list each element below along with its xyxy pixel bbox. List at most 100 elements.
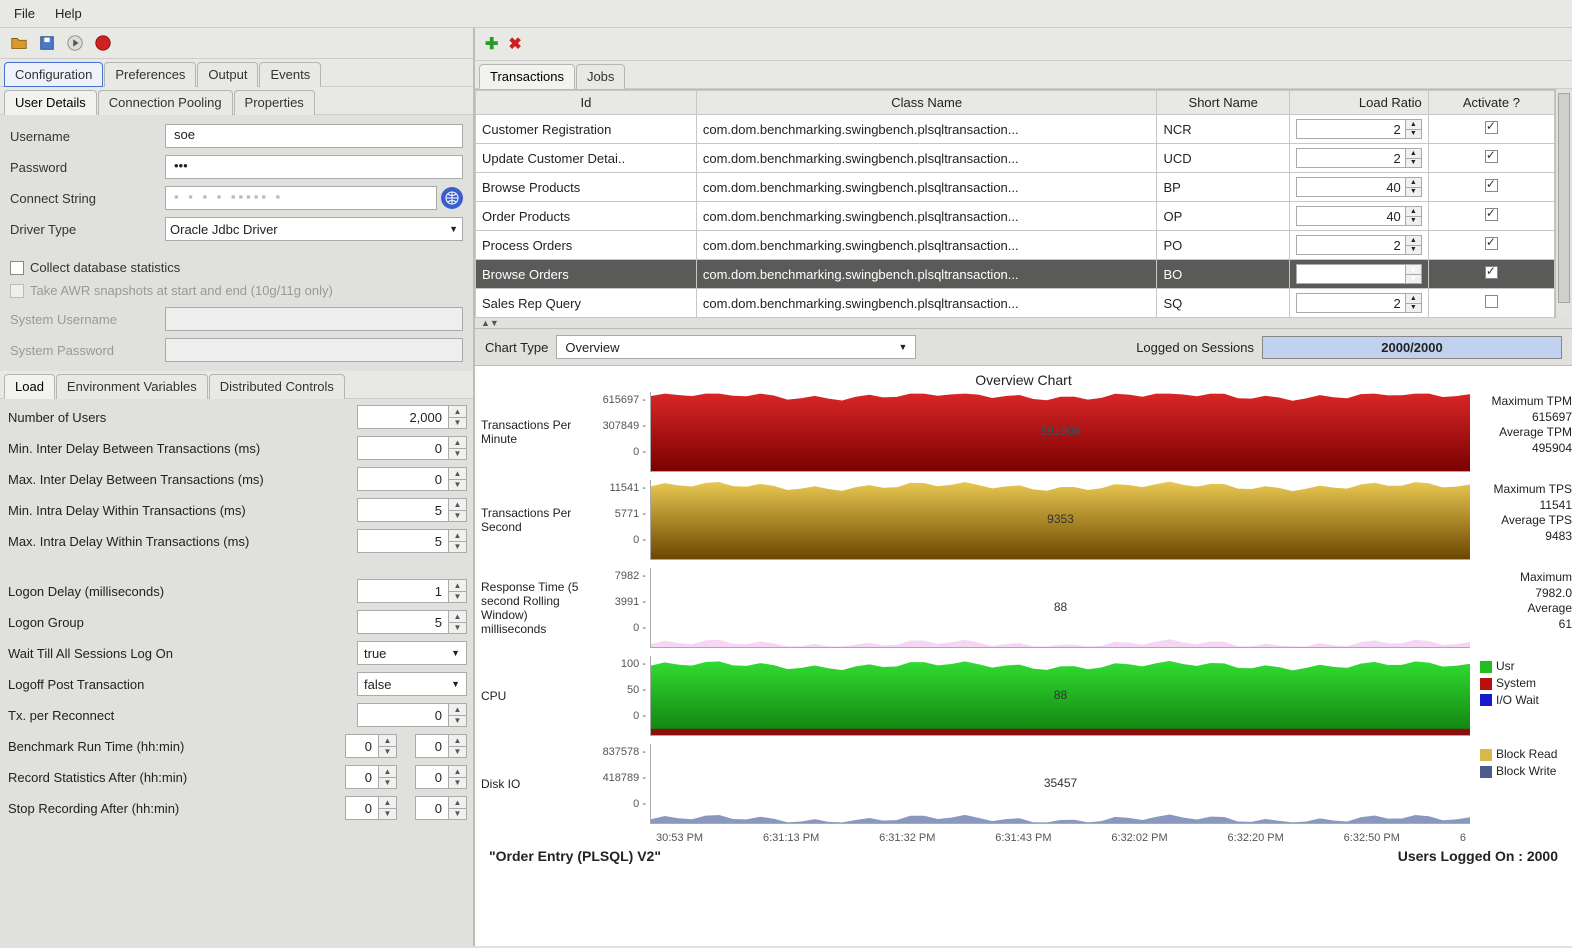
min-inter-spinner[interactable]: 0▲▼ [357, 436, 467, 460]
logon-delay-spinner[interactable]: 1▲▼ [357, 579, 467, 603]
globe-icon[interactable] [441, 187, 463, 209]
logon-group-label: Logon Group [8, 615, 357, 630]
wait-sessions-select[interactable]: true▼ [357, 641, 467, 665]
chart-y-axis: 100 -50 -0 - [595, 656, 650, 736]
stop-icon[interactable] [94, 34, 112, 52]
tab-preferences[interactable]: Preferences [104, 62, 196, 87]
chart-label: Transactions Per Minute [475, 392, 595, 472]
min-intra-spinner[interactable]: 5▲▼ [357, 498, 467, 522]
right-toolbar: ✚ ✖ [475, 28, 1572, 61]
stop-after-h[interactable]: 0▲▼ [345, 796, 397, 820]
record-after-h[interactable]: 0▲▼ [345, 765, 397, 789]
th-short[interactable]: Short Name [1157, 91, 1290, 115]
max-intra-label: Max. Intra Delay Within Transactions (ms… [8, 534, 357, 549]
tab-configuration[interactable]: Configuration [4, 62, 103, 87]
tab-connection-pooling[interactable]: Connection Pooling [98, 90, 233, 115]
user-details-form: Username soe Password ••• Connect String… [0, 115, 473, 371]
menu-file[interactable]: File [14, 6, 35, 21]
driver-type-label: Driver Type [10, 222, 165, 237]
bench-time-h[interactable]: 0▲▼ [345, 734, 397, 758]
stop-after-m[interactable]: 0▲▼ [415, 796, 467, 820]
tx-reconnect-spinner[interactable]: 0▲▼ [357, 703, 467, 727]
chart-row: Transactions Per Minute615697 -307849 -0… [475, 392, 1572, 472]
right-tabs: Transactions Jobs [475, 61, 1572, 89]
chart-row: Disk IO837578 -418789 -0 - 35457Block Re… [475, 744, 1572, 824]
table-row[interactable]: Browse Orders com.dom.benchmarking.swing… [476, 260, 1555, 289]
left-toolbar [0, 28, 473, 59]
chart-stats: Maximum TPS11541Average TPS9483 [1474, 480, 1572, 560]
chart-row: CPU100 -50 -0 - 88UsrSystemI/O Wait [475, 656, 1572, 736]
chart-stats: Maximum TPM615697Average TPM495904 [1474, 392, 1572, 472]
th-activate[interactable]: Activate ? [1428, 91, 1554, 115]
sys-username-input [165, 307, 463, 331]
chart-label: Transactions Per Second [475, 480, 595, 560]
tab-output[interactable]: Output [197, 62, 258, 87]
chart-plot: 88 [650, 568, 1470, 648]
username-label: Username [10, 129, 165, 144]
num-users-spinner[interactable]: 2,000▲▼ [357, 405, 467, 429]
table-scrollbar[interactable] [1555, 89, 1572, 318]
left-tabs-3: Load Environment Variables Distributed C… [0, 371, 473, 399]
chart-control-bar: Chart Type Overview▼ Logged on Sessions … [475, 328, 1572, 366]
tab-distributed[interactable]: Distributed Controls [209, 374, 345, 399]
chart-stats: Block ReadBlock Write [1474, 744, 1572, 824]
max-inter-spinner[interactable]: 0▲▼ [357, 467, 467, 491]
sys-password-label: System Password [10, 343, 165, 358]
record-after-m[interactable]: 0▲▼ [415, 765, 467, 789]
wait-sessions-label: Wait Till All Sessions Log On [8, 646, 357, 661]
save-icon[interactable] [38, 34, 56, 52]
tab-jobs[interactable]: Jobs [576, 64, 625, 89]
tab-load[interactable]: Load [4, 374, 55, 399]
chart-stats: Maximum7982.0Average61 [1474, 568, 1572, 648]
num-users-label: Number of Users [8, 410, 357, 425]
tab-transactions[interactable]: Transactions [479, 64, 575, 89]
table-row[interactable]: Order Products com.dom.benchmarking.swin… [476, 202, 1555, 231]
tab-env-vars[interactable]: Environment Variables [56, 374, 208, 399]
chart-plot: 35457 [650, 744, 1470, 824]
play-icon[interactable] [66, 34, 84, 52]
password-input[interactable]: ••• [165, 155, 463, 179]
add-icon[interactable]: ✚ [485, 34, 498, 54]
chart-stats: UsrSystemI/O Wait [1474, 656, 1572, 736]
table-row[interactable]: Process Orders com.dom.benchmarking.swin… [476, 231, 1555, 260]
chart-y-axis: 837578 -418789 -0 - [595, 744, 650, 824]
table-row[interactable]: Sales Rep Query com.dom.benchmarking.swi… [476, 289, 1555, 318]
left-tabs-2: User Details Connection Pooling Properti… [0, 87, 473, 115]
table-row[interactable]: Browse Products com.dom.benchmarking.swi… [476, 173, 1555, 202]
collect-stats-checkbox[interactable]: Collect database statistics [10, 256, 463, 279]
left-tabs-1: Configuration Preferences Output Events [0, 59, 473, 87]
logoff-post-select[interactable]: false▼ [357, 672, 467, 696]
footer-right: Users Logged On : 2000 [1398, 848, 1558, 864]
left-panel: Configuration Preferences Output Events … [0, 28, 475, 946]
logon-delay-label: Logon Delay (milliseconds) [8, 584, 357, 599]
table-row[interactable]: Update Customer Detai.. com.dom.benchmar… [476, 144, 1555, 173]
tab-properties[interactable]: Properties [234, 90, 315, 115]
chart-label: CPU [475, 656, 595, 736]
chart-type-label: Chart Type [485, 340, 548, 355]
right-panel: ✚ ✖ Transactions Jobs Id Class Name Shor… [475, 28, 1572, 946]
min-inter-label: Min. Inter Delay Between Transactions (m… [8, 441, 357, 456]
chart-row: Response Time (5 second Rolling Window) … [475, 568, 1572, 648]
table-row[interactable]: Customer Registration com.dom.benchmarki… [476, 115, 1555, 144]
th-class[interactable]: Class Name [696, 91, 1157, 115]
logon-group-spinner[interactable]: 5▲▼ [357, 610, 467, 634]
tab-events[interactable]: Events [259, 62, 321, 87]
driver-type-select[interactable]: Oracle Jdbc Driver▼ [165, 217, 463, 241]
transactions-table: Id Class Name Short Name Load Ratio Acti… [475, 90, 1555, 318]
max-intra-spinner[interactable]: 5▲▼ [357, 529, 467, 553]
bench-time-m[interactable]: 0▲▼ [415, 734, 467, 758]
delete-icon[interactable]: ✖ [508, 34, 521, 54]
menu-help[interactable]: Help [55, 6, 82, 21]
th-id[interactable]: Id [476, 91, 697, 115]
tab-user-details[interactable]: User Details [4, 90, 97, 115]
chart-row: Transactions Per Second11541 -5771 -0 - … [475, 480, 1572, 560]
open-icon[interactable] [10, 34, 28, 52]
chart-type-select[interactable]: Overview▼ [556, 335, 916, 359]
connect-string-input[interactable]: ▪ ▪ ▪ ▪ ▪▪▪▪▪ ▪ [165, 186, 437, 210]
password-label: Password [10, 160, 165, 175]
sys-username-label: System Username [10, 312, 165, 327]
tx-reconnect-label: Tx. per Reconnect [8, 708, 357, 723]
chart-label: Response Time (5 second Rolling Window) … [475, 568, 595, 648]
th-ratio[interactable]: Load Ratio [1289, 91, 1428, 115]
username-input[interactable]: soe [165, 124, 463, 148]
